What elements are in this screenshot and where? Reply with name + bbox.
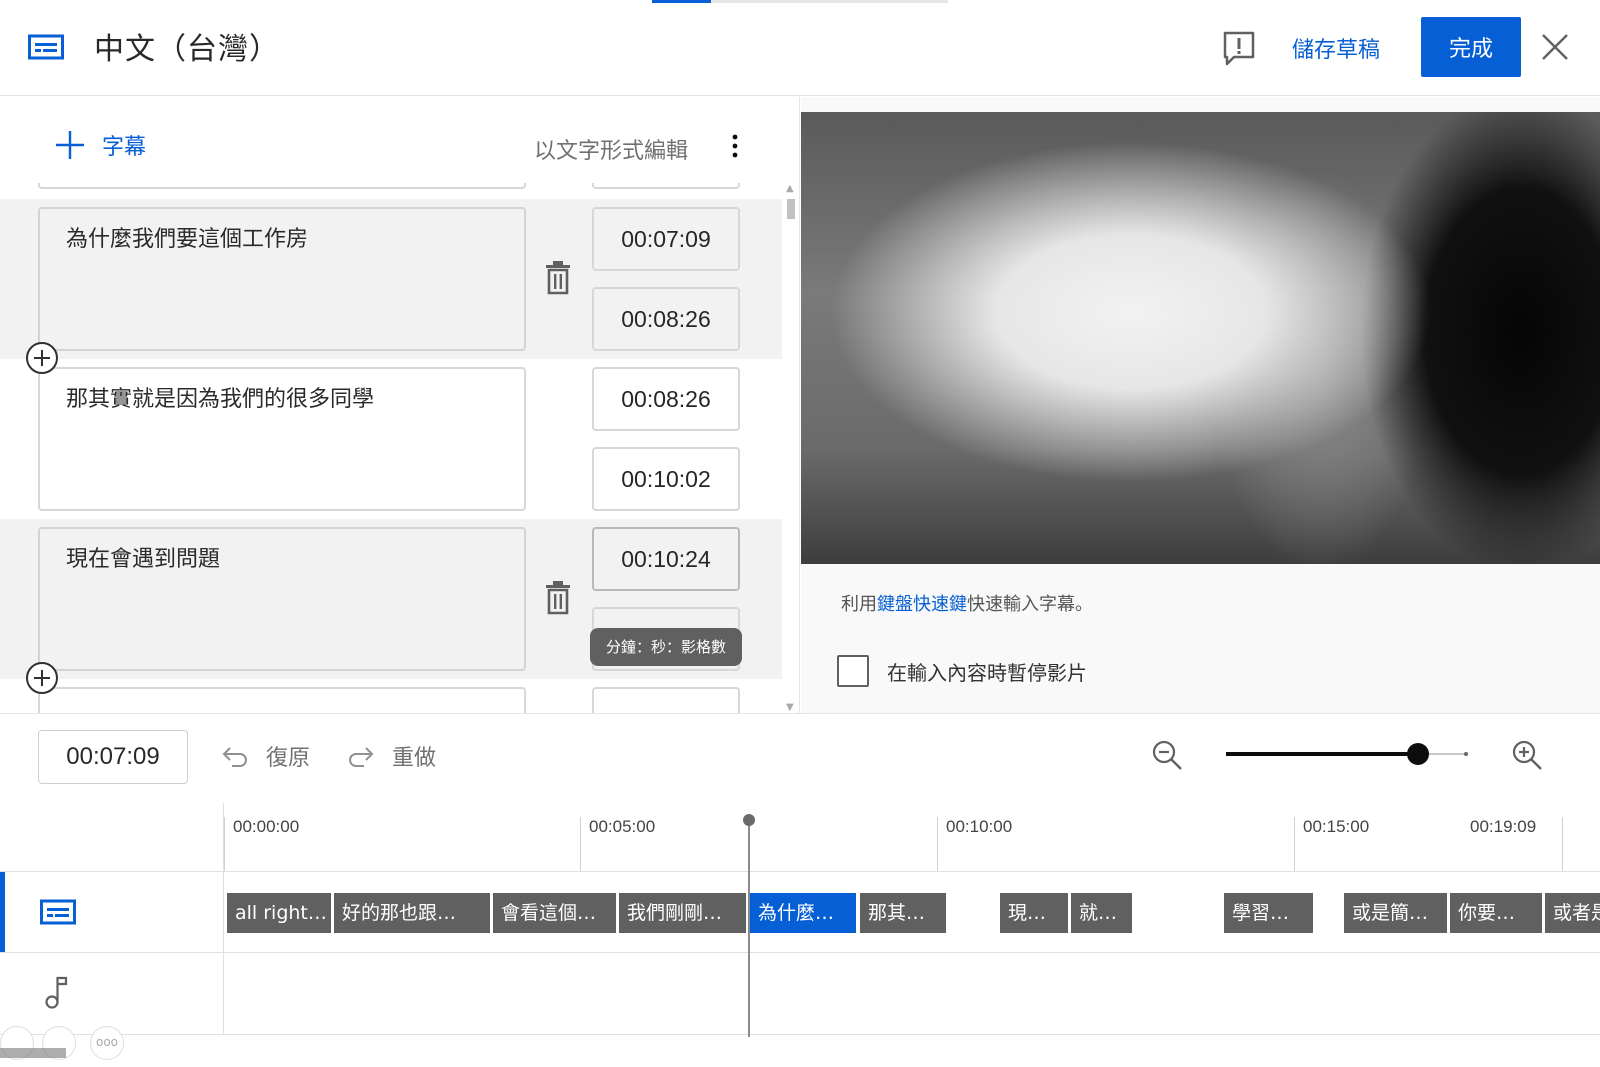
undo-label: 復原 <box>266 746 311 771</box>
ruler-tick: 00:00:00 <box>224 817 299 871</box>
caption-text-field[interactable]: 為什麼我們要這個工作房 <box>38 207 526 351</box>
timeline-caption-block[interactable]: 就… <box>1071 893 1132 933</box>
video-preview[interactable] <box>801 112 1600 564</box>
ruler-tick: 00:05:00 <box>580 817 655 871</box>
caption-start-time[interactable]: 00:08:26 <box>592 367 740 431</box>
caption-end-time[interactable]: 00:10:02 <box>592 447 740 511</box>
video-panel: 利用鍵盤快速鍵快速輸入字幕。 在輸入內容時暫停影片 <box>801 97 1600 713</box>
zoom-slider-fill <box>1226 752 1418 756</box>
caption-row[interactable]: 那其實就是因為我們的很多同學 00:08:26 00:10:02 <box>0 359 782 519</box>
timeline-controls: 00:07:09 復原 重做 <box>0 713 1600 803</box>
top-progress-bar <box>652 0 948 3</box>
scrollbar-thumb[interactable] <box>787 199 795 219</box>
plus-icon <box>56 131 84 159</box>
close-icon[interactable] <box>1540 32 1570 62</box>
playhead-handle[interactable] <box>743 814 755 826</box>
timeline-caption-block[interactable]: 學習… <box>1224 893 1313 933</box>
save-draft-link[interactable]: 儲存草稿 <box>1292 32 1380 64</box>
done-button[interactable]: 完成 <box>1421 17 1521 77</box>
delete-icon[interactable] <box>545 261 571 295</box>
scroll-up-icon[interactable]: ▲ <box>786 183 794 194</box>
caption-text-field[interactable]: 那其實就是因為我們的很多同學 <box>38 367 526 511</box>
timeline: 00:00:00 00:05:00 00:10:00 00:15:00 00:1… <box>0 803 1600 1067</box>
scroll-down-icon[interactable]: ▼ <box>786 702 794 713</box>
timeline-caption-block[interactable]: 好的那也跟… <box>334 893 490 933</box>
timeline-caption-block[interactable]: all right… <box>227 893 331 933</box>
undo-icon <box>222 747 247 767</box>
overlay-bar <box>0 1048 66 1058</box>
next-caption-text-stub <box>38 687 526 713</box>
redo-icon <box>349 747 374 767</box>
ruler-tick: 00:19:09 <box>1470 817 1537 836</box>
checkbox-box[interactable] <box>837 655 869 687</box>
ruler-tick: 00:15:00 <box>1294 817 1369 871</box>
zoom-out-icon[interactable] <box>1150 738 1184 772</box>
timeline-caption-block[interactable]: 你要… <box>1450 893 1542 933</box>
add-caption-button[interactable]: 字幕 <box>54 129 146 161</box>
editor-header: 中文（台灣） 儲存草稿 完成 <box>0 0 1600 96</box>
zoom-in-icon[interactable] <box>1510 738 1544 772</box>
edit-as-text-button[interactable]: 以文字形式編輯 <box>534 133 688 165</box>
current-time-input[interactable]: 00:07:09 <box>38 730 188 784</box>
more-horiz-icon[interactable]: ooo <box>90 1026 124 1060</box>
top-progress-fill <box>652 0 712 3</box>
previous-caption-time-stub <box>592 183 740 189</box>
hint-prefix: 利用 <box>841 594 877 615</box>
caption-row[interactable]: 為什麼我們要這個工作房 00:07:09 00:08:26 <box>0 199 782 359</box>
subtitles-icon <box>40 899 76 925</box>
caption-start-time[interactable]: 00:07:09 <box>592 207 740 271</box>
delete-icon[interactable] <box>545 581 571 615</box>
timeline-caption-block[interactable]: 我們剛剛… <box>619 893 746 933</box>
timeline-caption-block[interactable]: 或者是 <box>1545 893 1600 933</box>
pause-while-typing-checkbox[interactable]: 在輸入內容時暫停影片 <box>837 655 1087 687</box>
timeline-caption-block-selected[interactable]: 為什麼… <box>750 893 856 933</box>
audio-track <box>0 953 1600 1035</box>
zoom-slider-end <box>1464 752 1468 756</box>
zoom-slider-knob[interactable] <box>1407 743 1429 765</box>
music-note-icon <box>45 976 68 1009</box>
caption-start-time[interactable]: 00:10:24 <box>592 527 740 591</box>
timeline-caption-block[interactable]: 現… <box>1000 893 1068 933</box>
timeline-caption-block[interactable]: 那其… <box>860 893 946 933</box>
more-vert-icon[interactable] <box>723 131 747 161</box>
editor-toolbar: 字幕 以文字形式編輯 <box>0 97 799 183</box>
insert-caption-icon[interactable] <box>25 341 59 375</box>
timeline-caption-block[interactable]: 或是簡… <box>1344 893 1447 933</box>
hint-suffix: 快速輸入字幕。 <box>967 594 1093 615</box>
caption-text-field[interactable]: 現在會遇到問題 <box>38 527 526 671</box>
next-caption-time-stub <box>592 687 740 713</box>
redo-label: 重做 <box>392 746 437 771</box>
keyboard-shortcut-hint: 利用鍵盤快速鍵快速輸入字幕。 <box>841 590 1093 616</box>
zoom-slider[interactable] <box>1226 736 1470 772</box>
timeline-ruler[interactable]: 00:00:00 00:05:00 00:10:00 00:15:00 00:1… <box>224 803 1600 871</box>
add-caption-label: 字幕 <box>102 135 147 160</box>
caption-end-time[interactable]: 00:08:26 <box>592 287 740 351</box>
caption-editor: 字幕 以文字形式編輯 為什麼我們要這個工作房 00:07:09 00:08:26 <box>0 97 800 713</box>
redo-button[interactable]: 重做 <box>346 740 436 772</box>
video-frame <box>801 112 1600 564</box>
keyboard-shortcuts-link[interactable]: 鍵盤快速鍵 <box>877 594 967 615</box>
caption-list-scrollbar[interactable]: ▲ ▼ <box>784 183 798 713</box>
feedback-icon[interactable] <box>1222 30 1256 68</box>
previous-caption-text-stub <box>38 183 526 189</box>
subtitle-track-accent <box>0 872 5 952</box>
pause-while-typing-label: 在輸入內容時暫停影片 <box>887 660 1087 685</box>
timeline-caption-block[interactable]: 會看這個… <box>493 893 616 933</box>
undo-button[interactable]: 復原 <box>220 740 310 772</box>
subtitles-icon <box>28 34 64 60</box>
language-title: 中文（台灣） <box>94 32 280 67</box>
ruler-tick: 00:10:00 <box>937 817 1012 871</box>
playhead[interactable] <box>743 814 755 1037</box>
timecode-format-tooltip: 分鐘：秒：影格數 <box>590 628 742 666</box>
insert-caption-icon[interactable] <box>25 661 59 695</box>
ruler-end-line <box>1562 817 1563 871</box>
